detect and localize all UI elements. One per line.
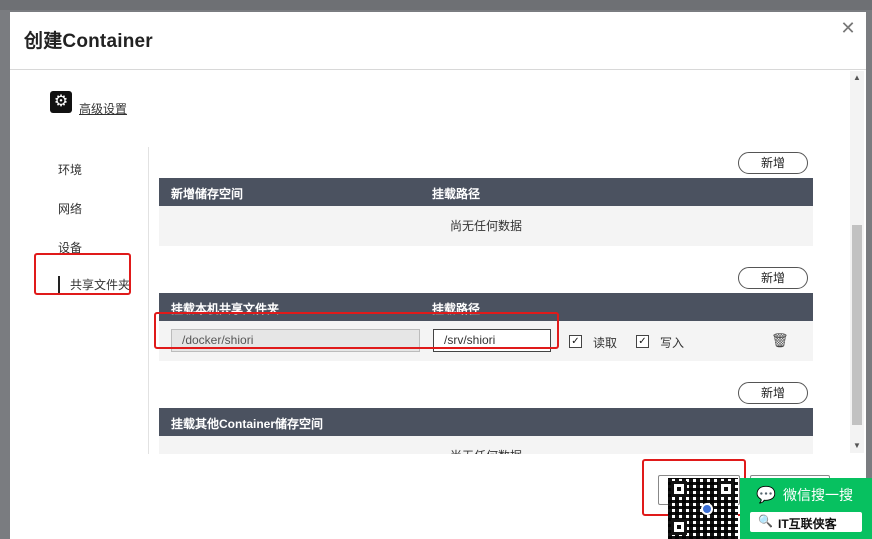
write-label: 写入 <box>660 336 685 350</box>
nav-item-shared-folders[interactable]: 共享文件夹 <box>58 276 130 294</box>
qr-logo <box>701 503 713 515</box>
nav-item-devices[interactable]: 设备 <box>58 239 82 256</box>
column-header-storage: 新增储存空间 <box>171 187 244 201</box>
dialog-header: 创建Container ✕ <box>10 12 866 70</box>
wechat-search-badge: 💬 微信搜一搜 🔍 IT互联侠客 <box>740 478 872 539</box>
table-row: /docker/shiori /srv/shiori ✓ 读取 ✓ 写入 🗑 <box>159 321 813 361</box>
backdrop-top <box>0 0 872 10</box>
container-storage-empty-state: 尚无任何数据 <box>159 436 813 454</box>
scroll-down-icon[interactable]: ▼ <box>850 439 864 453</box>
add-container-storage-button[interactable]: 新增 <box>738 382 808 404</box>
qr-corner <box>671 519 687 535</box>
add-storage-button[interactable]: 新增 <box>738 152 808 174</box>
create-container-dialog: 创建Container ✕ ⚙ 高级设置 环境 网络 设备 共享文件夹 新增 新… <box>10 12 866 539</box>
dialog-title: 创建Container <box>24 31 153 52</box>
nav-divider <box>148 147 149 454</box>
advanced-settings-link[interactable]: 高级设置 <box>79 100 127 117</box>
wechat-icon: 💬 <box>756 487 776 504</box>
container-storage-table-header: 挂载其他Container储存空间 <box>159 408 813 436</box>
wechat-search-box: 🔍 IT互联侠客 <box>750 512 862 532</box>
storage-table-header: 新增储存空间 挂载路径 <box>159 178 813 206</box>
nav-item-network[interactable]: 网络 <box>58 200 82 217</box>
mount-path-input[interactable]: /srv/shiori <box>433 329 551 352</box>
wechat-search-label: 微信搜一搜 <box>783 487 853 503</box>
shared-folder-table-header: 挂载本机共享文件夹 挂载路径 <box>159 293 813 321</box>
vertical-scrollbar[interactable]: ▲ ▼ <box>850 71 864 453</box>
close-icon[interactable]: ✕ <box>838 18 858 38</box>
storage-empty-state: 尚无任何数据 <box>159 206 813 246</box>
gear-icon: ⚙ <box>50 91 72 113</box>
column-header-container-storage: 挂载其他Container储存空间 <box>171 417 324 431</box>
column-header-host-folder: 挂载本机共享文件夹 <box>171 302 280 316</box>
add-shared-folder-button[interactable]: 新增 <box>738 267 808 289</box>
wechat-account-name: IT互联侠客 <box>778 517 837 531</box>
read-checkbox[interactable]: ✓ <box>569 335 582 348</box>
scroll-up-icon[interactable]: ▲ <box>850 71 864 85</box>
host-path-field[interactable]: /docker/shiori <box>171 329 420 352</box>
column-header-mount-path: 挂载路径 <box>432 187 481 201</box>
qr-corner <box>718 481 734 497</box>
dialog-body: ⚙ 高级设置 环境 网络 设备 共享文件夹 新增 新增储存空间 挂载路径 尚无任… <box>10 71 866 454</box>
search-icon: 🔍 <box>758 514 773 528</box>
write-checkbox[interactable]: ✓ <box>636 335 649 348</box>
trash-icon[interactable]: 🗑 <box>771 332 789 349</box>
column-header-mount-path: 挂载路径 <box>432 302 481 316</box>
scroll-thumb[interactable] <box>852 225 862 425</box>
qr-corner <box>671 481 687 497</box>
nav-item-environment[interactable]: 环境 <box>58 161 82 178</box>
read-label: 读取 <box>593 336 618 350</box>
